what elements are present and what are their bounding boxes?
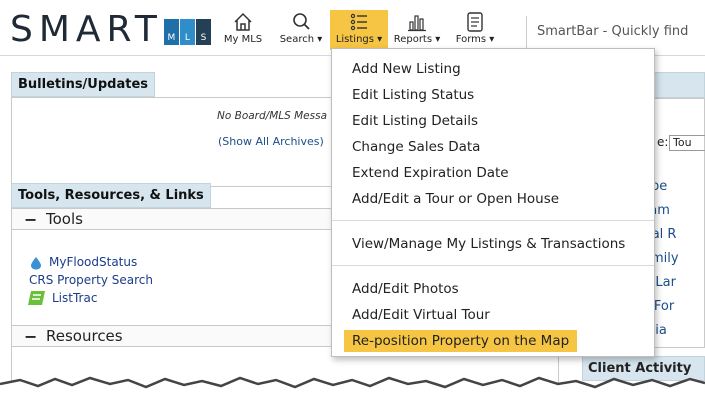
bulletins-title: Bulletins/Updates bbox=[11, 72, 156, 97]
nav-forms[interactable]: Forms ▾ bbox=[446, 10, 504, 50]
listtrac-icon bbox=[28, 291, 45, 305]
menu-add-edit-photos[interactable]: Add/Edit Photos bbox=[344, 278, 467, 300]
caret-down-icon: ▾ bbox=[489, 34, 495, 45]
crs-property-search-link[interactable]: CRS Property Search bbox=[29, 273, 153, 287]
nav-forms-label: Forms bbox=[455, 34, 487, 45]
listings-dropdown-menu: Add New Listing Edit Listing Status Edit… bbox=[331, 48, 655, 357]
nav-reports[interactable]: Reports ▾ bbox=[388, 10, 446, 50]
no-messages-text: No Board/MLS Messa bbox=[217, 110, 328, 122]
logo-text: SMART bbox=[10, 9, 163, 50]
logo-mls-m: M bbox=[163, 19, 179, 45]
caret-down-icon: ▾ bbox=[377, 34, 383, 45]
nav-listings[interactable]: Listings ▾ bbox=[330, 10, 388, 50]
main-nav: My MLS Search ▾ Listings ▾ Reports ▾ For… bbox=[214, 10, 504, 50]
nav-search[interactable]: Search ▾ bbox=[272, 10, 330, 50]
tools-section-label: Tools bbox=[46, 210, 83, 228]
myfloodstatus-link[interactable]: MyFloodStatus bbox=[49, 255, 137, 269]
type-filter-label: e: bbox=[657, 135, 669, 149]
caret-down-icon: ▾ bbox=[435, 34, 441, 45]
logo-mls-blocks: M L S bbox=[163, 19, 211, 45]
menu-edit-listing-status[interactable]: Edit Listing Status bbox=[344, 84, 482, 106]
menu-reposition-property-map[interactable]: Re-position Property on the Map bbox=[344, 330, 578, 352]
trl-title: Tools, Resources, & Links bbox=[11, 183, 211, 208]
menu-add-new-listing[interactable]: Add New Listing bbox=[344, 58, 469, 80]
menu-edit-listing-details[interactable]: Edit Listing Details bbox=[344, 110, 486, 132]
nav-reports-label: Reports bbox=[393, 34, 433, 45]
show-all-archives-link[interactable]: (Show All Archives) bbox=[218, 135, 324, 148]
collapse-icon[interactable]: − bbox=[24, 210, 46, 229]
smartmls-logo[interactable]: SMART M L S bbox=[10, 10, 211, 48]
home-icon bbox=[234, 12, 252, 31]
menu-divider bbox=[332, 265, 654, 266]
caret-down-icon: ▾ bbox=[317, 34, 323, 45]
list-icon bbox=[350, 13, 367, 31]
collapse-icon[interactable]: − bbox=[24, 327, 46, 346]
menu-extend-expiration-date[interactable]: Extend Expiration Date bbox=[344, 162, 517, 184]
torn-paper-edge bbox=[0, 376, 705, 400]
nav-search-label: Search bbox=[279, 34, 315, 45]
listtrac-link[interactable]: ListTrac bbox=[52, 291, 97, 305]
nav-my-mls[interactable]: My MLS bbox=[214, 10, 272, 50]
type-filter-select[interactable]: Tou bbox=[669, 135, 705, 151]
menu-divider bbox=[332, 220, 654, 221]
search-icon bbox=[293, 13, 310, 30]
bar-chart-icon bbox=[408, 15, 426, 32]
logo-mls-l: L bbox=[179, 19, 195, 45]
smartbar-search-input[interactable]: SmartBar - Quickly find bbox=[526, 16, 705, 48]
nav-my-mls-label: My MLS bbox=[223, 34, 263, 45]
menu-add-edit-tour-open-house[interactable]: Add/Edit a Tour or Open House bbox=[344, 188, 567, 210]
menu-add-edit-virtual-tour[interactable]: Add/Edit Virtual Tour bbox=[344, 304, 498, 326]
resources-section-label: Resources bbox=[46, 327, 123, 345]
nav-listings-label: Listings bbox=[335, 34, 374, 45]
menu-change-sales-data[interactable]: Change Sales Data bbox=[344, 136, 488, 158]
logo-mls-s: S bbox=[195, 19, 211, 45]
water-drop-icon bbox=[31, 257, 41, 270]
menu-view-manage-listings[interactable]: View/Manage My Listings & Transactions bbox=[344, 233, 633, 255]
document-icon bbox=[467, 12, 483, 32]
